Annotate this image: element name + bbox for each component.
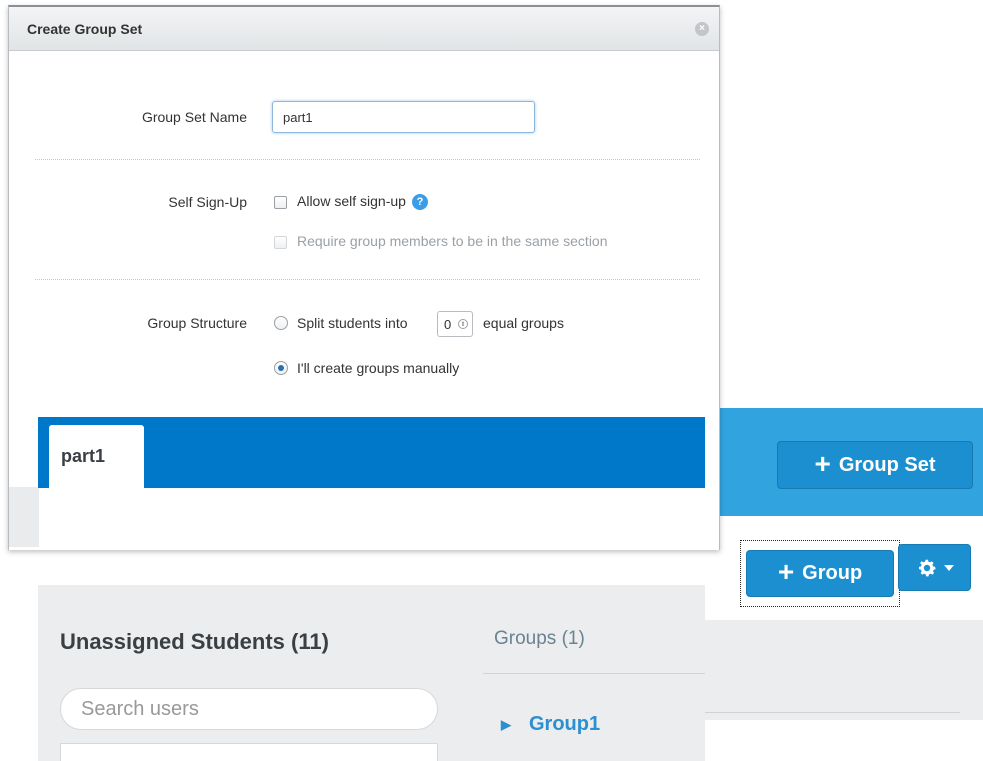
group-set-tabs-bar: part1 [38,417,705,488]
group-toolbar: + Group [705,516,983,620]
allow-self-signup-text: Allow self sign-up [297,193,406,209]
divider [35,279,700,280]
divider [483,673,705,674]
group-name: Group1 [529,713,601,735]
add-group-set-label: Group Set [838,453,936,476]
groups-heading: Groups (1) [494,628,585,649]
add-group-label: Group [802,562,863,584]
unassigned-students-heading: Unassigned Students (11) [60,629,329,654]
groups-panel-right-bg [705,620,983,720]
caret-down-icon [943,564,954,571]
group-list-item[interactable]: ▶ Group1 [501,713,600,736]
divider [35,159,700,160]
split-students-text: Split students into [297,315,408,331]
search-users-input[interactable]: Search users [60,688,438,730]
dialog-title: Create Group Set [27,20,143,37]
group-structure-label: Group Structure [147,315,247,331]
create-manually-radio[interactable] [274,361,288,375]
same-section-checkbox[interactable] [274,236,287,249]
group-set-name-label: Group Set Name [141,109,247,125]
split-students-radio[interactable] [274,316,288,330]
plus-icon: + [814,447,831,479]
tab-part1[interactable]: part1 [49,425,144,488]
add-group-focus-ring: + Group [740,540,900,607]
create-manually-text: I'll create groups manually [297,360,460,376]
group-count-value: 0 [444,316,452,332]
gear-icon [918,559,936,576]
settings-menu-button[interactable] [898,544,971,591]
header-band: + Group Set [705,408,983,516]
add-group-button[interactable]: + Group [746,550,894,597]
allow-self-signup-option[interactable]: Allow self sign-up? [297,193,428,211]
equal-groups-text: equal groups [483,315,564,331]
group-count-stepper[interactable]: 0 ⇕ [437,311,473,337]
caret-right-icon: ▶ [501,716,511,732]
add-group-set-button[interactable]: + Group Set [777,441,973,489]
close-icon[interactable]: × [695,21,709,36]
dialog-header: Create Group Set × [9,7,719,51]
divider [705,712,960,713]
dialog-footer [9,487,719,550]
student-list-item[interactable] [60,743,438,761]
self-signup-label: Self Sign-Up [168,194,247,210]
groups-page-bottom-fragment: Unassigned Students (11) Search users Gr… [38,585,705,761]
groups-page-right-fragment: + Group Set + Group [705,408,983,720]
spinner-arrows-icon[interactable]: ⇕ [458,319,468,329]
help-icon[interactable]: ? [411,194,428,211]
plus-icon: + [777,556,795,587]
footer-strip [9,487,39,547]
allow-self-signup-checkbox[interactable] [274,196,287,209]
same-section-text: Require group members to be in the same … [297,233,608,249]
group-set-name-input[interactable]: part1 [272,101,535,133]
